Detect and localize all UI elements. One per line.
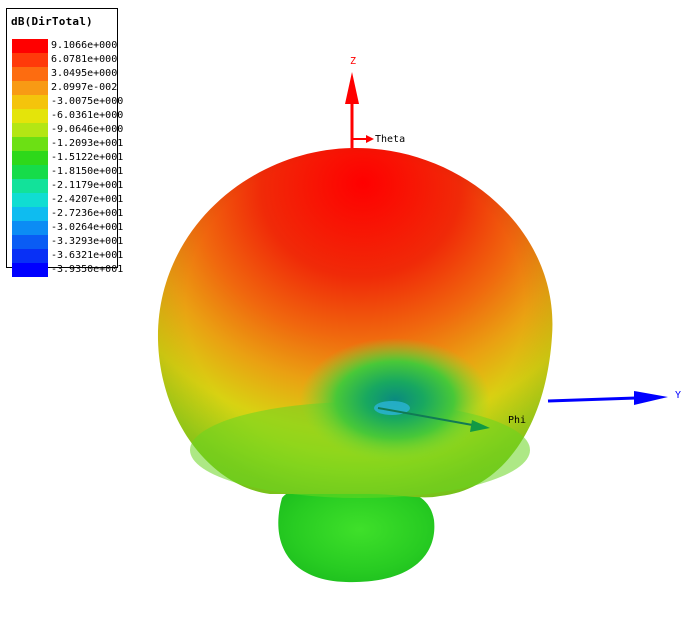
- lower-lobe: [278, 486, 435, 583]
- theta-marker-icon: [366, 135, 374, 143]
- y-axis-line: [547, 396, 637, 403]
- y-axis-label: Y: [675, 390, 681, 401]
- z-axis-arrowhead: [345, 72, 359, 104]
- phi-label: Phi: [508, 415, 526, 426]
- null-dimple: [300, 338, 490, 462]
- z-axis-label: Z: [350, 56, 356, 67]
- radiation-pattern-plot: Z Theta Phi Y: [157, 56, 681, 583]
- theta-label: Theta: [375, 134, 405, 145]
- y-axis-arrowhead: [634, 391, 668, 405]
